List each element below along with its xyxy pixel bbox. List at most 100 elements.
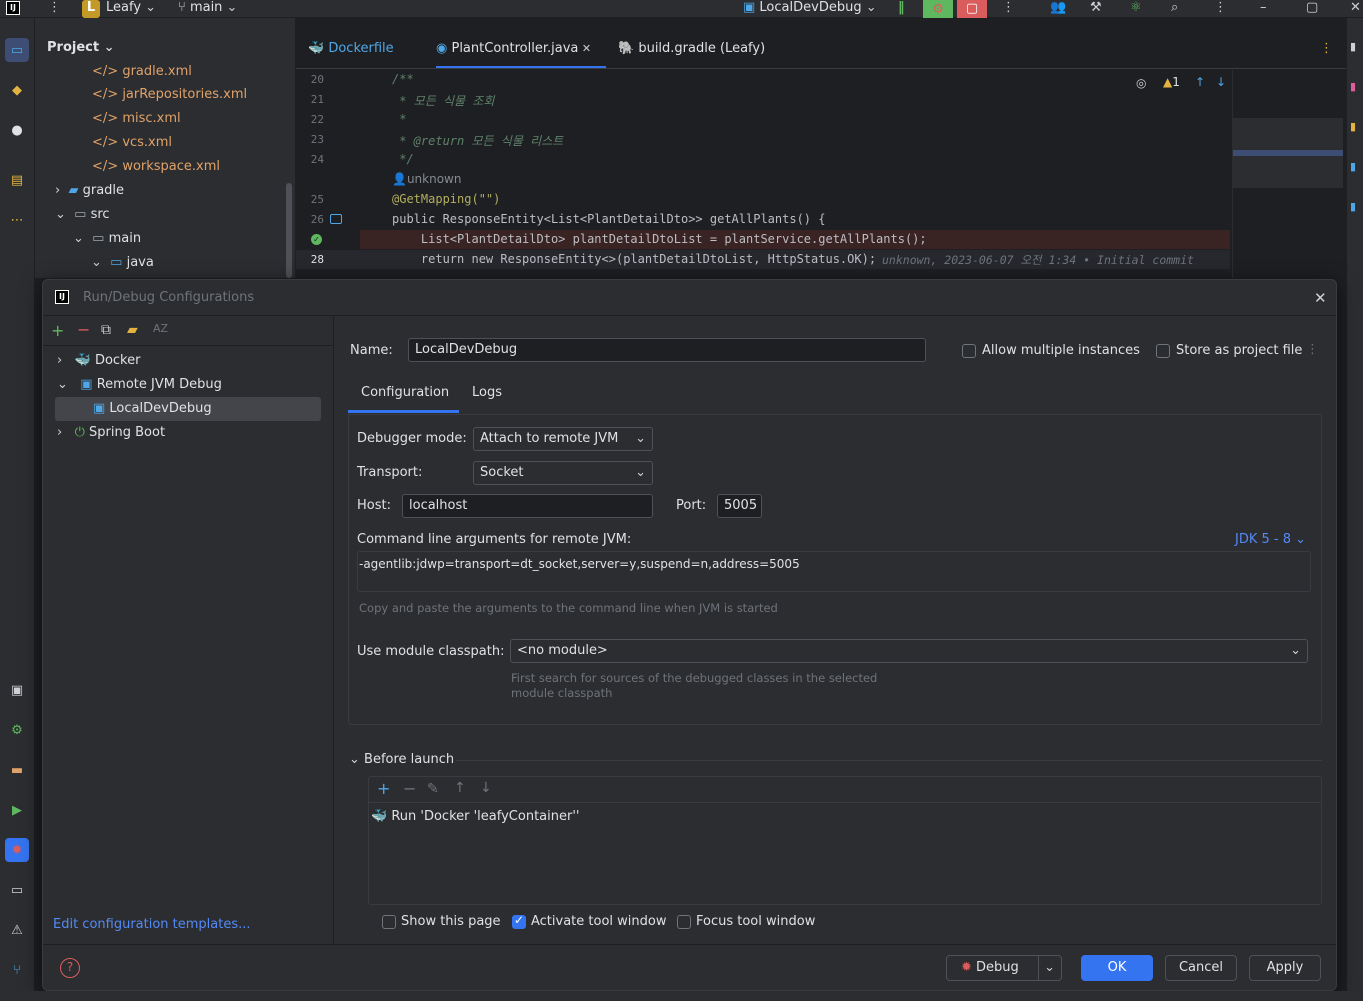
- show-page-label: Show this page: [401, 914, 501, 929]
- host-field[interactable]: localhost: [402, 494, 653, 518]
- notifications-icon[interactable]: ▮: [1350, 40, 1356, 53]
- inspection-widget[interactable]: ▲1: [1163, 75, 1180, 89]
- list-item[interactable]: </> misc.xml: [92, 107, 181, 131]
- build-icon[interactable]: ▬: [5, 758, 29, 782]
- cancel-button[interactable]: Cancel: [1165, 955, 1237, 981]
- edit-task-icon[interactable]: ✎: [427, 781, 439, 797]
- database-icon[interactable]: ▮: [1350, 120, 1356, 133]
- search-icon[interactable]: ⌕: [1171, 0, 1178, 18]
- tree-item-localdevdebug[interactable]: ▣ LocalDevDebug: [55, 397, 321, 421]
- list-item[interactable]: ⌄ ▭ main: [73, 227, 141, 251]
- run-config-widget[interactable]: ▣ LocalDevDebug ⌄: [743, 0, 877, 18]
- launch-task-item[interactable]: 🐳 Run 'Docker 'leafyContainer'': [371, 809, 579, 824]
- apply-button[interactable]: Apply: [1249, 955, 1321, 981]
- atom-plugin-icon[interactable]: ⚛: [1130, 0, 1142, 18]
- port-field[interactable]: 5005: [717, 494, 762, 518]
- sort-icon[interactable]: AZ: [153, 322, 168, 335]
- endpoint-gutter-icon[interactable]: [330, 214, 342, 224]
- plugin-icon[interactable]: ▮: [1350, 80, 1356, 93]
- tab-plantcontroller[interactable]: ◉ PlantController.java ✕: [436, 36, 606, 68]
- new-folder-icon[interactable]: ▰: [127, 322, 138, 338]
- maximize-icon[interactable]: ▢: [1306, 0, 1318, 18]
- close-window-icon[interactable]: ✕: [1350, 0, 1361, 18]
- debug-run-button[interactable]: ✹ Debug ⌄: [946, 955, 1062, 981]
- list-item[interactable]: ⌄ ▭ src: [55, 203, 110, 227]
- project-tool-icon[interactable]: ▭: [5, 38, 29, 62]
- build-tools-icon[interactable]: ⚒: [1090, 0, 1102, 18]
- tab-logs[interactable]: Logs: [472, 385, 502, 400]
- commit-tool-icon[interactable]: ◆: [5, 78, 29, 102]
- previous-highlight-icon[interactable]: ↑: [1195, 75, 1205, 89]
- copy-icon[interactable]: ⧉: [101, 322, 111, 338]
- edit-templates-link[interactable]: Edit configuration templates...: [53, 917, 251, 932]
- remove-task-icon[interactable]: −: [403, 779, 416, 798]
- gradle-tool-icon[interactable]: ▮: [1350, 200, 1356, 213]
- main-menu-icon[interactable]: ⋮: [48, 0, 61, 18]
- tree-item-spring-boot[interactable]: › ⏻ Spring Boot: [57, 421, 165, 445]
- move-up-icon[interactable]: ↑: [454, 780, 466, 796]
- close-icon[interactable]: ✕: [1314, 289, 1327, 307]
- list-item[interactable]: </> vcs.xml: [92, 131, 172, 155]
- more-actions-icon[interactable]: ⋮: [1002, 0, 1015, 18]
- tab-dockerfile[interactable]: 🐳 Dockerfile: [308, 36, 394, 68]
- youtrack-icon[interactable]: ▣: [5, 678, 29, 702]
- module-classpath-dropdown[interactable]: <no module> ⌄: [510, 639, 1308, 663]
- minimize-icon[interactable]: –: [1260, 0, 1267, 18]
- command-line-field[interactable]: -agentlib:jdwp=transport=dt_socket,serve…: [357, 551, 1311, 592]
- transport-dropdown[interactable]: Socket ⌄: [473, 461, 653, 485]
- code-with-me-icon[interactable]: 👥: [1050, 0, 1066, 18]
- debug-tool-icon[interactable]: ✹: [5, 838, 29, 862]
- remove-icon[interactable]: −: [77, 320, 90, 339]
- github-icon[interactable]: ●: [5, 118, 29, 142]
- jdk-version-link[interactable]: JDK 5 - 8 ⌄: [1235, 532, 1306, 547]
- list-item[interactable]: </> gradle.xml: [92, 60, 192, 84]
- debugger-mode-dropdown[interactable]: Attach to remote JVM ⌄: [473, 427, 653, 451]
- next-highlight-icon[interactable]: ↓: [1216, 75, 1226, 89]
- before-launch-toggle[interactable]: ⌄ Before launch: [349, 752, 454, 767]
- show-page-checkbox[interactable]: [382, 915, 396, 929]
- pause-icon[interactable]: ‖: [898, 0, 905, 18]
- help-icon[interactable]: ?: [60, 958, 80, 978]
- folder-icon: ▭: [92, 231, 109, 246]
- add-task-icon[interactable]: +: [377, 779, 390, 798]
- list-item[interactable]: ⌄ ▭ java: [91, 251, 154, 275]
- run-tool-icon[interactable]: ▶: [5, 798, 29, 822]
- store-options-icon[interactable]: ⋮: [1306, 342, 1319, 357]
- author-hint[interactable]: 👤unknown: [392, 172, 461, 186]
- allow-multiple-checkbox[interactable]: [962, 344, 976, 358]
- add-icon[interactable]: +: [51, 321, 64, 340]
- more-tools-icon[interactable]: ⋯: [5, 208, 29, 232]
- services-icon[interactable]: ⚙: [5, 718, 29, 742]
- focus-tool-checkbox[interactable]: [677, 915, 691, 929]
- tab-configuration[interactable]: Configuration: [361, 385, 449, 400]
- tree-item-remote-jvm-debug[interactable]: ⌄ ▣ Remote JVM Debug: [57, 373, 222, 397]
- left-pane-divider[interactable]: [333, 316, 334, 944]
- tab-label: PlantController.java: [451, 41, 579, 56]
- list-item[interactable]: </> workspace.xml: [92, 155, 220, 179]
- move-down-icon[interactable]: ↓: [480, 780, 492, 796]
- git-tool-icon[interactable]: ⑂: [5, 958, 29, 982]
- tab-options-icon[interactable]: ⋮: [1320, 36, 1333, 68]
- project-scrollbar[interactable]: [286, 183, 292, 278]
- activate-tool-checkbox[interactable]: ✓: [512, 913, 526, 929]
- branch-widget[interactable]: ⑂ main ⌄: [178, 0, 237, 18]
- store-project-checkbox[interactable]: [1156, 344, 1170, 358]
- project-panel-header[interactable]: Project ⌄: [47, 40, 115, 55]
- list-item[interactable]: </> jarRepositories.xml: [92, 83, 247, 107]
- tree-item-docker[interactable]: › 🐳 Docker: [57, 349, 140, 373]
- module-classpath-value: <no module>: [517, 643, 608, 658]
- terminal-icon[interactable]: ▭: [5, 878, 29, 902]
- settings-icon[interactable]: ⋮: [1214, 0, 1227, 18]
- problems-icon[interactable]: ⚠: [5, 918, 29, 942]
- ai-assistant-icon[interactable]: ▮: [1350, 160, 1356, 173]
- close-tab-icon[interactable]: ✕: [578, 42, 591, 55]
- list-item[interactable]: › ▰ gradle: [55, 179, 124, 203]
- code-minimap[interactable]: [1232, 70, 1343, 278]
- breakpoint-verified-icon[interactable]: ✓: [311, 234, 322, 245]
- tab-build-gradle[interactable]: 🐘 build.gradle (Leafy): [618, 36, 765, 68]
- name-field[interactable]: LocalDevDebug: [408, 338, 926, 362]
- ok-button[interactable]: OK: [1081, 955, 1153, 981]
- database-tool-icon[interactable]: ▤: [5, 168, 29, 192]
- reader-mode-icon[interactable]: ◎: [1136, 76, 1146, 90]
- project-widget[interactable]: L Leafy ⌄: [82, 0, 156, 18]
